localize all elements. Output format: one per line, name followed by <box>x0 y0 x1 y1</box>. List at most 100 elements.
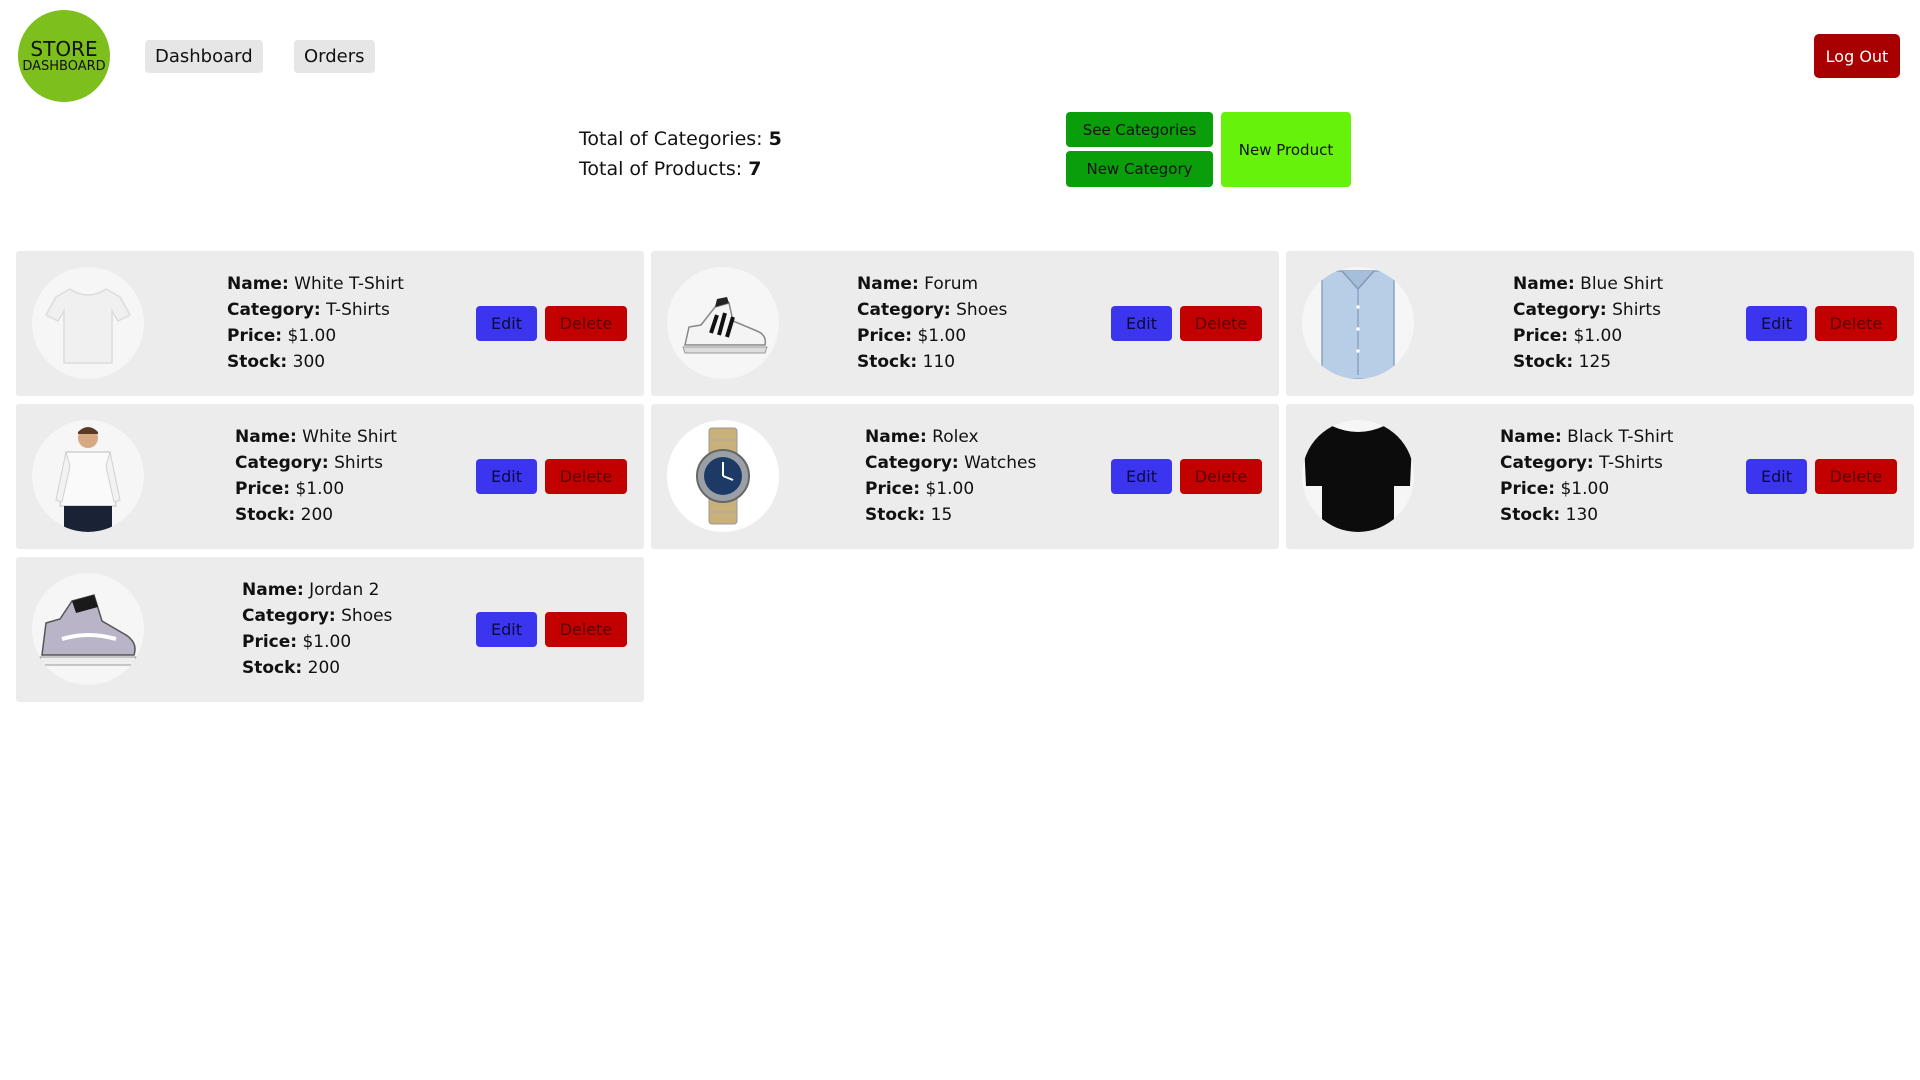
product-info: Name: Jordan 2 Category: Shoes Price: $1… <box>242 577 392 681</box>
product-name: Rolex <box>932 427 979 447</box>
name-label: Name: <box>242 580 304 600</box>
category-label: Category: <box>857 300 951 320</box>
product-name: Black T-Shirt <box>1567 427 1674 447</box>
products-total-value: 7 <box>748 158 762 180</box>
logout-button[interactable]: Log Out <box>1814 34 1900 78</box>
edit-button[interactable]: Edit <box>476 459 537 494</box>
name-label: Name: <box>227 274 289 294</box>
product-price: $1.00 <box>287 326 337 346</box>
product-info: Name: Forum Category: Shoes Price: $1.00… <box>857 271 1007 375</box>
product-stock: 125 <box>1578 352 1612 372</box>
categories-total: Total of Categories: 5 <box>579 124 782 154</box>
product-info: Name: White T-Shirt Category: T-Shirts P… <box>227 271 404 375</box>
product-category: Shirts <box>334 453 383 473</box>
edit-button[interactable]: Edit <box>1111 459 1172 494</box>
product-name: Jordan 2 <box>309 580 380 600</box>
delete-button[interactable]: Delete <box>1815 306 1897 341</box>
product-card: Name: Forum Category: Shoes Price: $1.00… <box>651 251 1279 396</box>
edit-button[interactable]: Edit <box>1746 306 1807 341</box>
see-categories-button[interactable]: See Categories <box>1066 112 1213 147</box>
product-category: T-Shirts <box>326 300 390 320</box>
name-label: Name: <box>865 427 927 447</box>
price-label: Price: <box>235 479 291 499</box>
stock-label: Stock: <box>235 505 296 525</box>
edit-button[interactable]: Edit <box>476 612 537 647</box>
delete-button[interactable]: Delete <box>545 459 627 494</box>
product-price: $1.00 <box>302 632 352 652</box>
product-stock: 130 <box>1565 505 1599 525</box>
stock-label: Stock: <box>227 352 288 372</box>
product-stock: 110 <box>922 352 956 372</box>
price-label: Price: <box>242 632 298 652</box>
product-stock: 15 <box>930 505 953 525</box>
product-price: $1.00 <box>295 479 345 499</box>
logo-line-1: STORE <box>30 37 98 61</box>
product-category: Shoes <box>341 606 393 626</box>
stock-label: Stock: <box>857 352 918 372</box>
product-category: Shirts <box>1612 300 1661 320</box>
product-grid: Name: White T-Shirt Category: T-Shirts P… <box>16 251 1914 702</box>
nav-orders-button[interactable]: Orders <box>294 40 375 73</box>
high-top-sneaker-icon <box>32 573 144 685</box>
category-label: Category: <box>227 300 321 320</box>
new-category-button[interactable]: New Category <box>1066 151 1213 187</box>
edit-button[interactable]: Edit <box>1746 459 1807 494</box>
categories-total-value: 5 <box>768 128 782 150</box>
product-category: Shoes <box>956 300 1008 320</box>
stock-label: Stock: <box>865 505 926 525</box>
edit-button[interactable]: Edit <box>1111 306 1172 341</box>
price-label: Price: <box>1513 326 1569 346</box>
name-label: Name: <box>1513 274 1575 294</box>
delete-button[interactable]: Delete <box>545 612 627 647</box>
product-category: Watches <box>964 453 1037 473</box>
category-label: Category: <box>1513 300 1607 320</box>
delete-button[interactable]: Delete <box>1180 459 1262 494</box>
blue-shirt-icon <box>1302 267 1414 379</box>
white-tshirt-icon <box>32 267 144 379</box>
product-info: Name: Rolex Category: Watches Price: $1.… <box>865 424 1036 528</box>
name-label: Name: <box>235 427 297 447</box>
logo-line-2: DASHBOARD <box>22 59 106 74</box>
name-label: Name: <box>857 274 919 294</box>
product-stock: 300 <box>292 352 326 372</box>
product-card: Name: Blue Shirt Category: Shirts Price:… <box>1286 251 1914 396</box>
product-price: $1.00 <box>1573 326 1623 346</box>
name-label: Name: <box>1500 427 1562 447</box>
product-info: Name: White Shirt Category: Shirts Price… <box>235 424 397 528</box>
product-price: $1.00 <box>1560 479 1610 499</box>
black-tshirt-icon <box>1302 420 1414 532</box>
product-name: Blue Shirt <box>1580 274 1664 294</box>
category-label: Category: <box>865 453 959 473</box>
store-logo[interactable]: STORE DASHBOARD <box>18 10 110 102</box>
product-card: Name: White Shirt Category: Shirts Price… <box>16 404 644 549</box>
product-stock: 200 <box>307 658 341 678</box>
watch-icon <box>667 420 779 532</box>
nav-dashboard-button[interactable]: Dashboard <box>145 40 263 73</box>
category-label: Category: <box>235 453 329 473</box>
edit-button[interactable]: Edit <box>476 306 537 341</box>
product-stock: 200 <box>300 505 334 525</box>
product-name: White Shirt <box>302 427 397 447</box>
stock-label: Stock: <box>1500 505 1561 525</box>
product-price: $1.00 <box>925 479 975 499</box>
product-info: Name: Black T-Shirt Category: T-Shirts P… <box>1500 424 1673 528</box>
delete-button[interactable]: Delete <box>1180 306 1262 341</box>
product-card: Name: Black T-Shirt Category: T-Shirts P… <box>1286 404 1914 549</box>
products-total-label: Total of Products: <box>579 158 743 180</box>
price-label: Price: <box>1500 479 1556 499</box>
summary-panel: Total of Categories: 5 Total of Products… <box>579 124 782 184</box>
stock-label: Stock: <box>242 658 303 678</box>
stock-label: Stock: <box>1513 352 1574 372</box>
delete-button[interactable]: Delete <box>545 306 627 341</box>
categories-total-label: Total of Categories: <box>579 128 763 150</box>
product-card: Name: White T-Shirt Category: T-Shirts P… <box>16 251 644 396</box>
price-label: Price: <box>227 326 283 346</box>
product-card: Name: Rolex Category: Watches Price: $1.… <box>651 404 1279 549</box>
top-bar: STORE DASHBOARD Dashboard Orders Log Out <box>0 0 1920 110</box>
white-shirt-model-icon <box>32 420 144 532</box>
delete-button[interactable]: Delete <box>1815 459 1897 494</box>
product-category: T-Shirts <box>1599 453 1663 473</box>
price-label: Price: <box>865 479 921 499</box>
new-product-button[interactable]: New Product <box>1221 112 1351 187</box>
category-label: Category: <box>1500 453 1594 473</box>
